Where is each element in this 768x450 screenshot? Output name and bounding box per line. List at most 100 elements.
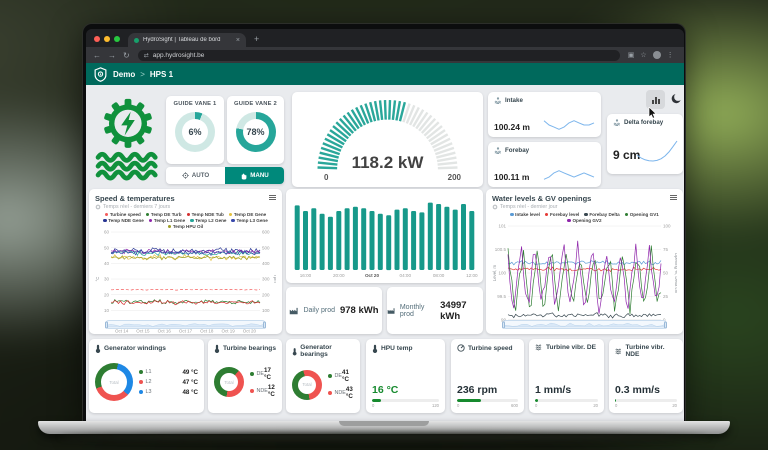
gauge-min-label: 0 bbox=[324, 173, 328, 182]
svg-text:600: 600 bbox=[262, 230, 270, 235]
url-text: app.hydrosight.be bbox=[153, 52, 205, 59]
manu-mode-button[interactable]: MANU bbox=[225, 167, 284, 184]
svg-text:Oct 20: Oct 20 bbox=[365, 273, 379, 278]
forward-icon[interactable]: → bbox=[108, 51, 116, 60]
meter-min: 0 bbox=[457, 403, 459, 408]
thermometer-icon bbox=[292, 347, 297, 356]
speed-temperatures-subtitle: Temps réel - derniers 7 jours bbox=[103, 204, 170, 210]
chart-menu-icon[interactable] bbox=[269, 194, 276, 200]
turbine-bearings-card: Turbine bearings Total DE 17 °C bbox=[208, 339, 282, 413]
water-chart-legend: Intake level Forebay level Forebay Delta Op… bbox=[492, 212, 677, 223]
settings-gear-icon[interactable] bbox=[492, 204, 498, 210]
breadcrumb-org[interactable]: Demo bbox=[113, 70, 135, 79]
svg-text:Oct 16: Oct 16 bbox=[158, 329, 172, 334]
intake-sparkline bbox=[543, 118, 595, 132]
settings-gear-icon[interactable] bbox=[95, 204, 101, 210]
legend-item[interactable]: Forebay level bbox=[545, 212, 579, 217]
turbine-speed-meter bbox=[457, 399, 518, 402]
donut-center-label: Total bbox=[292, 370, 322, 400]
forebay-title: Forebay bbox=[505, 147, 529, 154]
navigator-handle[interactable] bbox=[502, 321, 505, 328]
legend-item[interactable]: Temp NDE Tub bbox=[187, 212, 224, 217]
turbine-speed-card: Turbine speed 236 rpm 0 600 bbox=[451, 339, 524, 413]
meter-max: 600 bbox=[511, 403, 518, 408]
hourly-production-card: 16:0020:00Oct 2004:0008:0012:00 bbox=[286, 189, 483, 283]
manu-mode-label: MANU bbox=[250, 172, 269, 179]
legend-item[interactable]: Temp L2 Gene bbox=[190, 218, 226, 223]
close-tab-icon[interactable]: × bbox=[236, 37, 240, 44]
winding-row: L1 49 °C bbox=[139, 369, 198, 376]
app-header: Demo > HPS 1 bbox=[86, 63, 684, 85]
browser-tab[interactable]: HydroSight | Tableau de bord × bbox=[128, 33, 246, 47]
minimize-window-button[interactable] bbox=[104, 36, 110, 42]
legend-item[interactable]: Opening GV1 bbox=[625, 212, 659, 217]
turbine-vibr-nde-value: 0.3 mm/s bbox=[615, 384, 677, 396]
power-value: 118.2 kW bbox=[292, 153, 483, 173]
hydrosight-logo[interactable] bbox=[94, 67, 107, 82]
svg-text:100: 100 bbox=[262, 308, 270, 313]
back-icon[interactable]: ← bbox=[93, 51, 101, 60]
chart-menu-icon[interactable] bbox=[670, 194, 677, 200]
dashboard: GUIDE VANE 1 6% GUIDE VANE 2 78% bbox=[86, 85, 684, 422]
navigator-handle[interactable] bbox=[105, 321, 108, 328]
bearing-row: NDE 43 °C bbox=[328, 386, 354, 400]
auto-mode-button[interactable]: AUTO bbox=[166, 167, 225, 184]
legend-item[interactable]: Temp L1 Gene bbox=[149, 218, 185, 223]
speed-chart-navigator[interactable] bbox=[105, 320, 266, 329]
svg-text:16:00: 16:00 bbox=[300, 273, 312, 278]
water-levels-title: Water levels & GV openings bbox=[492, 194, 670, 203]
extensions-icon[interactable]: ▣ bbox=[628, 52, 635, 59]
legend-dot bbox=[250, 389, 254, 393]
legend-dot bbox=[139, 370, 143, 374]
manu-mode-icon bbox=[240, 172, 247, 180]
dark-mode-toggle[interactable] bbox=[669, 91, 684, 106]
winding-value: 48 °C bbox=[182, 389, 198, 396]
svg-text:20:00: 20:00 bbox=[333, 273, 345, 278]
close-window-button[interactable] bbox=[94, 36, 100, 42]
legend-item[interactable]: Turbine speed bbox=[105, 212, 141, 217]
bookmark-star-icon[interactable]: ☆ bbox=[640, 52, 646, 59]
turbine-speed-title: Turbine speed bbox=[468, 345, 513, 352]
intake-card: Intake 100.24 m bbox=[488, 92, 601, 137]
breadcrumb-page[interactable]: HPS 1 bbox=[150, 70, 173, 79]
legend-dot bbox=[105, 213, 109, 217]
generator-bearings-donut: Total bbox=[292, 370, 322, 400]
control-mode-toggle: AUTO MANU bbox=[166, 167, 284, 184]
generator-bearings-card: Generator bearings Total DE 41 °C bbox=[286, 339, 360, 413]
navigator-handle[interactable] bbox=[664, 321, 667, 328]
turbine-vibr-nde-meter bbox=[615, 399, 677, 402]
delta-forebay-sparkline bbox=[636, 136, 678, 166]
legend-item[interactable]: Temp NDE Gene bbox=[103, 218, 144, 223]
speedometer-icon bbox=[457, 344, 465, 352]
water-level-icon bbox=[613, 119, 621, 126]
browser-menu-icon[interactable]: ⋮ bbox=[667, 52, 674, 59]
legend-item[interactable]: Temp DE Gene bbox=[229, 212, 266, 217]
monthly-prod-value: 34997 kWh bbox=[440, 300, 483, 322]
svg-text:Level, m: Level, m bbox=[492, 264, 497, 281]
reload-icon[interactable]: ↻ bbox=[123, 51, 130, 60]
generator-bearings-title: Generator bearings bbox=[300, 344, 354, 358]
legend-dot bbox=[190, 219, 194, 223]
legend-dot bbox=[139, 390, 143, 394]
legend-label: Temp L3 Gene bbox=[236, 218, 267, 223]
svg-text:20: 20 bbox=[104, 292, 110, 297]
new-tab-button[interactable]: + bbox=[254, 34, 259, 44]
delta-forebay-card: Delta forebay 9 cm bbox=[607, 114, 683, 174]
legend-item[interactable]: Intake level bbox=[510, 212, 540, 217]
profile-avatar[interactable] bbox=[653, 51, 661, 59]
address-bar[interactable]: ⇄ app.hydrosight.be bbox=[138, 50, 620, 61]
svg-text:100: 100 bbox=[663, 224, 671, 229]
legend-item[interactable]: Temp L3 Gene bbox=[231, 218, 267, 223]
maximize-window-button[interactable] bbox=[114, 36, 120, 42]
water-chart-navigator[interactable] bbox=[502, 320, 667, 329]
svg-text:25: 25 bbox=[663, 294, 669, 299]
guide-vane-1-title: GUIDE VANE 1 bbox=[174, 101, 217, 107]
turbine-vibr-de-meter bbox=[535, 399, 598, 402]
legend-item[interactable]: Forebay Delta bbox=[584, 212, 619, 217]
legend-label: Forebay Delta bbox=[589, 212, 619, 217]
navigator-handle[interactable] bbox=[263, 321, 266, 328]
legend-item[interactable]: Temp DE Turb bbox=[146, 212, 182, 217]
legend-dot bbox=[567, 219, 571, 223]
window-controls[interactable] bbox=[94, 36, 120, 42]
hourly-production-chart: 16:0020:00Oct 2004:0008:0012:00 bbox=[290, 193, 479, 279]
